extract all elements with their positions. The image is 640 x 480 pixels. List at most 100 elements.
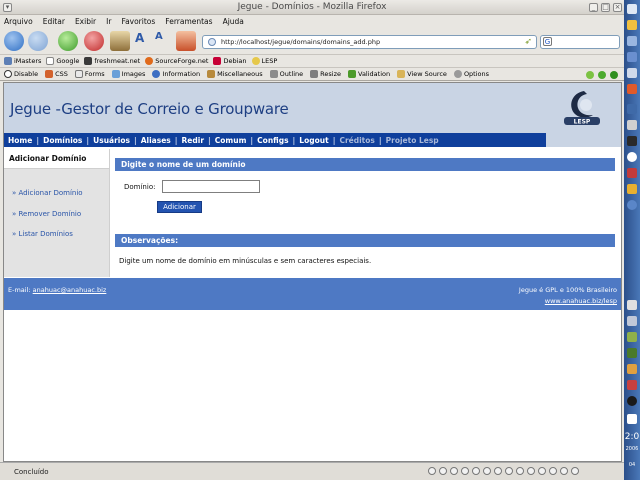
dock-app-icon[interactable] (627, 414, 637, 424)
dock-app-icon[interactable] (627, 20, 637, 30)
dock-app-icon[interactable] (627, 316, 637, 326)
stop-icon[interactable] (84, 31, 104, 51)
status-addon-icon[interactable] (571, 467, 579, 475)
dev-disable[interactable]: Disable (4, 70, 38, 78)
dev-miscellaneous[interactable]: Miscellaneous (207, 70, 263, 78)
reload-icon[interactable] (58, 31, 78, 51)
status-addon-icon[interactable] (549, 467, 557, 475)
nav-creditos[interactable]: Créditos (339, 136, 374, 145)
dock-app-icon[interactable] (627, 52, 637, 62)
dock-app-icon[interactable] (627, 348, 637, 358)
adicionar-button[interactable]: Adicionar (157, 201, 202, 213)
status-addon-icon[interactable] (494, 467, 502, 475)
close-icon[interactable]: × (613, 3, 622, 12)
dev-view-source[interactable]: View Source (397, 70, 447, 78)
status-icons (428, 467, 579, 475)
bookmark-debian[interactable]: Debian (213, 57, 247, 65)
dock-app-icon[interactable] (627, 396, 637, 406)
menu-exibir[interactable]: Exibir (75, 17, 96, 26)
status-addon-icon[interactable] (527, 467, 535, 475)
dock-app-icon[interactable] (627, 380, 637, 390)
menu-favoritos[interactable]: Favoritos (121, 17, 155, 26)
dev-css[interactable]: CSS (45, 70, 68, 78)
dock-app-icon[interactable] (627, 184, 637, 194)
dock-app-icon[interactable] (627, 104, 637, 114)
print-icon[interactable] (176, 31, 196, 51)
nav-configs[interactable]: Configs (257, 136, 288, 145)
dock-app-icon[interactable] (627, 200, 637, 210)
dock-app-icon[interactable] (627, 332, 637, 342)
dev-options[interactable]: Options (453, 70, 489, 78)
text-smaller-icon[interactable]: A (155, 31, 175, 51)
back-icon[interactable] (4, 31, 24, 51)
sidebar-link-listar[interactable]: » Listar Domínios (12, 230, 73, 238)
footer-email: E-mail: anahuac@anahuac.biz (8, 286, 106, 294)
footer-email-link[interactable]: anahuac@anahuac.biz (33, 286, 107, 294)
nav-dominios[interactable]: Domínios (43, 136, 82, 145)
nav-comum[interactable]: Comum (215, 136, 247, 145)
bookmark-sourceforge[interactable]: SourceForge.net (145, 57, 208, 65)
dock-app-icon[interactable] (627, 136, 637, 146)
status-addon-icon[interactable] (505, 467, 513, 475)
menu-arquivo[interactable]: Arquivo (4, 17, 33, 26)
sidebar-link-remover[interactable]: » Remover Domínio (12, 210, 81, 218)
dev-forms[interactable]: Forms (74, 70, 105, 78)
dev-validation[interactable]: Validation (348, 70, 390, 78)
dock-app-icon[interactable] (627, 4, 637, 14)
dock-app-icon[interactable] (627, 68, 637, 78)
dev-information[interactable]: Information (152, 70, 200, 78)
domain-input[interactable] (162, 180, 260, 193)
nav-logout[interactable]: Logout (299, 136, 328, 145)
status-addon-icon[interactable] (472, 467, 480, 475)
menu-editar[interactable]: Editar (43, 17, 65, 26)
status-addon-icon[interactable] (439, 467, 447, 475)
dock-app-icon[interactable] (627, 152, 637, 162)
go-icon[interactable]: ➶ (524, 37, 532, 47)
status-addon-icon[interactable] (483, 467, 491, 475)
status-addon-icon[interactable] (538, 467, 546, 475)
bookmark-imasters[interactable]: iMasters (4, 57, 41, 65)
nav-home[interactable]: Home (8, 136, 32, 145)
text-larger-icon[interactable]: A (135, 31, 155, 51)
status-addon-icon[interactable] (461, 467, 469, 475)
dev-outline[interactable]: Outline (269, 70, 303, 78)
home-icon[interactable] (110, 31, 130, 51)
forward-icon[interactable] (28, 31, 48, 51)
maximize-icon[interactable]: □ (601, 3, 610, 12)
bookmark-google[interactable]: Google (46, 57, 79, 65)
menu-ajuda[interactable]: Ajuda (223, 17, 244, 26)
sidebar-link-adicionar[interactable]: » Adicionar Domínio (12, 189, 83, 197)
minimize-icon[interactable]: _ (589, 3, 598, 12)
nav-projeto-lesp[interactable]: Projeto Lesp (386, 136, 439, 145)
lesp-logo: LESP (564, 91, 600, 126)
menu-bar: Arquivo Editar Exibir Ir Favoritos Ferra… (0, 15, 624, 28)
dock-app-icon[interactable] (627, 168, 637, 178)
dock-app-icon[interactable] (627, 300, 637, 310)
lesp-logo-text: LESP (574, 119, 591, 126)
status-addon-icon[interactable] (428, 467, 436, 475)
status-addon-icon[interactable] (450, 467, 458, 475)
status-addon-icon[interactable] (516, 467, 524, 475)
status-addon-icon[interactable] (560, 467, 568, 475)
dev-images[interactable]: Images (111, 70, 145, 78)
dock-app-icon[interactable] (627, 84, 637, 94)
dock-date: 2006 (625, 446, 639, 452)
site-navigation: Home | Domínios | Usuários | Aliases | Redir… (4, 133, 546, 147)
menu-ferramentas[interactable]: Ferramentas (165, 17, 212, 26)
dock-app-icon[interactable] (627, 36, 637, 46)
menu-ir[interactable]: Ir (106, 17, 111, 26)
view-source-icon (397, 70, 406, 78)
title-bar: ▾ Jegue - Domínios - Mozilla Firefox _ □… (0, 0, 624, 15)
dock-app-icon[interactable] (627, 120, 637, 130)
footer-site-link[interactable]: www.anahuac.biz/lesp (519, 297, 617, 305)
url-bar[interactable]: http://localhost/jegue/domains/domains_a… (202, 35, 537, 49)
dock-app-icon[interactable] (627, 364, 637, 374)
dev-resize[interactable]: Resize (310, 70, 341, 78)
nav-usuarios[interactable]: Usuários (93, 136, 130, 145)
nav-aliases[interactable]: Aliases (141, 136, 171, 145)
dock-clock: 2:0 (624, 432, 640, 442)
bookmark-lesp[interactable]: LESP (251, 57, 277, 65)
nav-redir[interactable]: Redir (182, 136, 205, 145)
search-box[interactable]: G (540, 35, 620, 49)
bookmark-freshmeat[interactable]: freshmeat.net (84, 57, 140, 65)
